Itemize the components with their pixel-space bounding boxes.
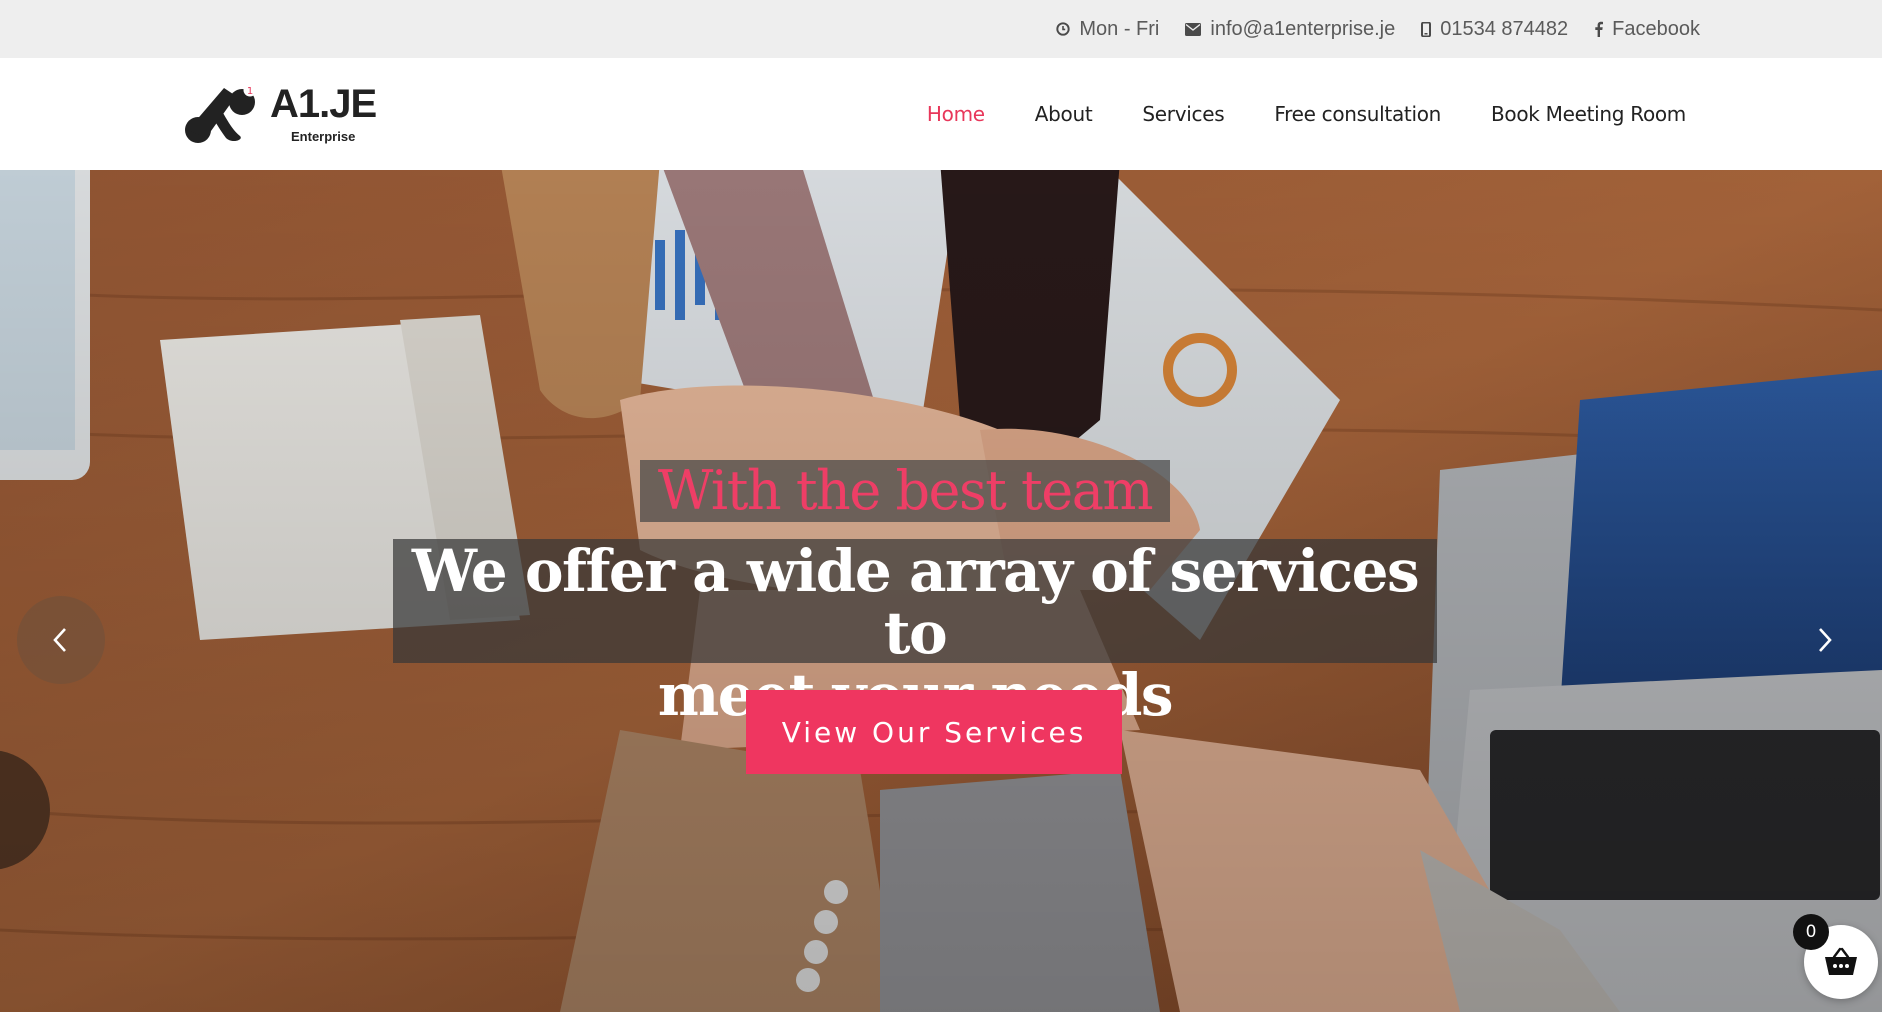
email-link[interactable]: info@a1enterprise.je [1210, 18, 1395, 41]
hero-kicker: With the best team [657, 459, 1154, 522]
logo-subtitle: Enterprise [291, 129, 356, 144]
site-header: 1 A1.JE Enterprise Home About Services F… [0, 58, 1882, 170]
hero-title-box: We offer a wide array of services to mee… [393, 539, 1437, 726]
nav-book-meeting-room[interactable]: Book Meeting Room [1491, 102, 1686, 126]
clock-icon [1056, 22, 1071, 36]
hero-content: With the best team We offer a wide array… [0, 170, 1882, 1012]
cart-count-badge: 0 [1793, 914, 1829, 950]
logo-text: A1.JE Enterprise [266, 78, 391, 150]
social-contact[interactable]: Facebook [1594, 18, 1700, 41]
envelope-icon [1185, 22, 1202, 36]
mobile-icon [1421, 21, 1432, 37]
view-services-button[interactable]: View Our Services [746, 690, 1122, 774]
email-contact[interactable]: info@a1enterprise.je [1185, 18, 1395, 41]
hero-kicker-box: With the best team [640, 460, 1170, 522]
business-hours: Mon - Fri [1056, 18, 1159, 41]
phone-contact[interactable]: 01534 874482 [1421, 18, 1568, 41]
chevron-left-icon [49, 625, 73, 655]
slider-next-button[interactable] [1800, 596, 1848, 684]
nav-about[interactable]: About [1035, 102, 1093, 126]
nav-free-consultation[interactable]: Free consultation [1274, 102, 1441, 126]
logo-mark-icon: 1 [178, 78, 266, 150]
chevron-right-icon [1812, 625, 1836, 655]
phone-link[interactable]: 01534 874482 [1440, 18, 1568, 41]
hero-slider: With the best team We offer a wide array… [0, 170, 1882, 1012]
logo-title: A1.JE [270, 82, 377, 126]
slider-prev-button[interactable] [17, 596, 105, 684]
top-info-items: Mon - Fri info@a1enterprise.je 01534 874… [1056, 0, 1700, 58]
top-info-bar: Mon - Fri info@a1enterprise.je 01534 874… [0, 0, 1882, 58]
nav-services[interactable]: Services [1142, 102, 1224, 126]
site-logo[interactable]: 1 A1.JE Enterprise [178, 78, 398, 150]
business-hours-text: Mon - Fri [1079, 17, 1160, 40]
main-nav: Home About Services Free consultation Bo… [927, 58, 1686, 170]
facebook-icon [1594, 21, 1604, 37]
nav-home[interactable]: Home [927, 102, 985, 126]
basket-icon [1824, 947, 1858, 977]
hero-title-line-1: We offer a wide array of services to [411, 537, 1420, 667]
facebook-link[interactable]: Facebook [1612, 18, 1700, 41]
logo-badge: 1 [247, 86, 253, 97]
